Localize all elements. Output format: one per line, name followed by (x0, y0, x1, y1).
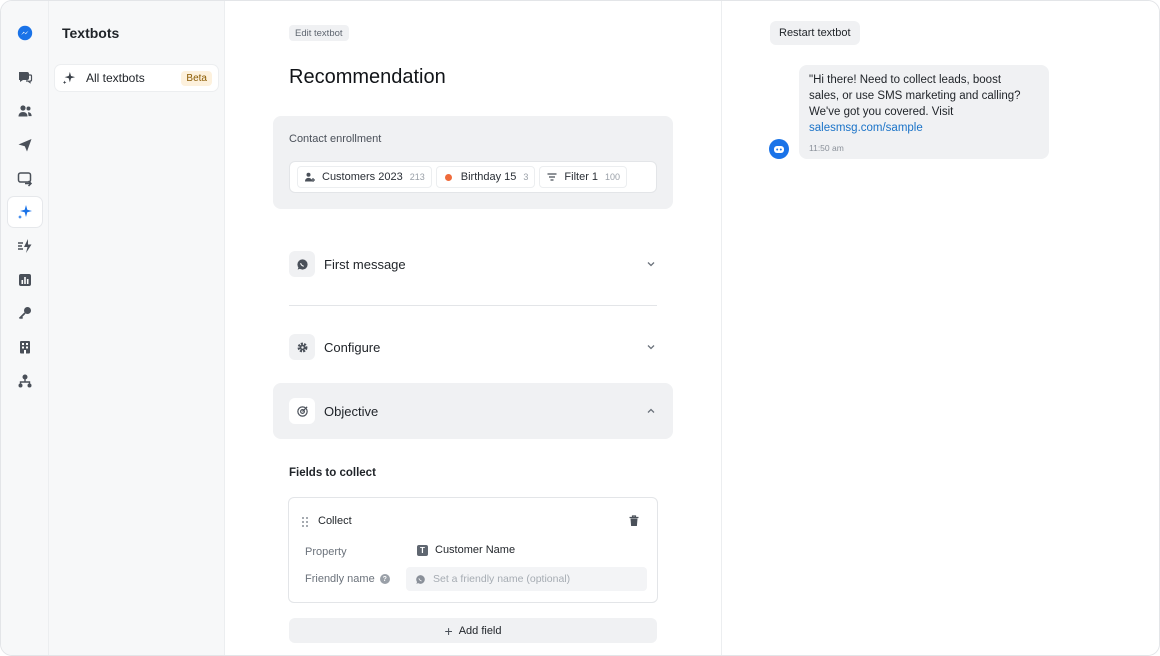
lightning-icon[interactable] (8, 231, 42, 261)
messenger-logo-icon[interactable] (8, 18, 42, 48)
chip-birthday-15[interactable]: Birthday 15 3 (435, 166, 536, 188)
whatsapp-icon (289, 251, 315, 277)
sidebar-title: Textbots (62, 25, 120, 41)
chat-bubbles-icon[interactable] (8, 62, 42, 92)
message-line: We've got you covered. Visit (809, 106, 954, 118)
section-label: First message (324, 256, 406, 272)
contact-group-icon (304, 171, 316, 183)
add-field-label: Add field (458, 624, 502, 637)
bot-message-bubble: "Hi there! Need to collect leads, boost … (799, 65, 1049, 159)
friendly-name-input[interactable]: Set a friendly name (optional) (406, 567, 647, 591)
sidebar-item-label: All textbots (86, 71, 145, 85)
collect-field-card: Collect Property T Customer Name Friendl… (288, 497, 658, 603)
org-tree-icon[interactable] (8, 366, 42, 396)
chip-count: 213 (409, 172, 425, 182)
orange-dot-icon (443, 171, 455, 183)
section-objective[interactable]: Objective (273, 383, 673, 439)
chip-label: Birthday 15 (460, 171, 517, 183)
trash-icon[interactable] (627, 514, 641, 528)
property-value: Customer Name (435, 544, 516, 556)
add-field-button[interactable]: + Add field (289, 618, 657, 643)
property-select[interactable]: T Customer Name (417, 544, 515, 556)
gear-icon (289, 334, 315, 360)
app-window: Textbots All textbots Beta Edit textbot … (0, 0, 1160, 656)
enrollment-chip-row[interactable]: Customers 2023 213 Birthday 15 3 Filter … (289, 161, 657, 193)
beta-badge: Beta (181, 70, 212, 86)
textbot-editor: Edit textbot Recommendation Contact enro… (225, 1, 721, 655)
message-timestamp: 11:50 am (809, 143, 844, 153)
message-forward-icon[interactable] (8, 164, 42, 194)
help-icon[interactable]: ? (379, 574, 390, 584)
plus-icon: + (444, 622, 453, 639)
section-label: Configure (324, 339, 381, 355)
restart-textbot-button[interactable]: Restart textbot (770, 21, 860, 45)
property-label: Property (305, 546, 347, 558)
chat-preview-pane: Restart textbot "Hi there! Need to colle… (721, 1, 1159, 655)
textbots-sidebar: Textbots All textbots Beta (49, 1, 225, 655)
message-link[interactable]: salesmsg.com/sample (809, 120, 1039, 136)
chip-count: 3 (523, 172, 529, 182)
icon-rail (1, 1, 49, 655)
page-title: Recommendation (289, 66, 446, 88)
chip-filter-1[interactable]: Filter 1 100 (539, 166, 628, 188)
contacts-icon[interactable] (8, 96, 42, 126)
chip-label: Customers 2023 (322, 171, 403, 183)
friendly-name-placeholder: Set a friendly name (optional) (433, 573, 571, 585)
message-line: sales, or use SMS marketing and calling? (809, 90, 1021, 102)
send-icon[interactable] (8, 130, 42, 160)
key-icon[interactable] (8, 298, 42, 328)
message-line: "Hi there! Need to collect leads, boost (809, 74, 1002, 86)
friendly-name-label-row: Friendly name ? (305, 573, 390, 585)
building-icon[interactable] (8, 332, 42, 362)
section-label: Objective (324, 403, 379, 419)
target-icon (289, 398, 315, 424)
section-divider (289, 305, 657, 306)
filter-icon (546, 171, 558, 183)
bot-avatar-icon (769, 139, 789, 159)
fields-to-collect-label: Fields to collect (289, 467, 376, 479)
section-configure[interactable]: Configure (273, 319, 673, 375)
whatsapp-icon (416, 574, 425, 584)
chevron-up-icon (645, 405, 657, 417)
sidebar-item-all-textbots[interactable]: All textbots Beta (55, 65, 218, 91)
bar-chart-icon[interactable] (8, 265, 42, 295)
enrollment-label: Contact enrollment (289, 133, 382, 145)
drag-handle-icon[interactable] (301, 515, 309, 527)
sparkle-icon (62, 71, 76, 85)
edit-textbot-tag: Edit textbot (289, 25, 349, 41)
sparkle-icon[interactable] (8, 197, 42, 227)
chip-count: 100 (605, 172, 621, 182)
friendly-name-label: Friendly name (305, 573, 375, 585)
collect-title: Collect (318, 515, 352, 527)
text-type-icon: T (417, 544, 428, 556)
chevron-down-icon (645, 258, 657, 270)
contact-enrollment-panel: Contact enrollment Customers 2023 213 Bi… (273, 116, 673, 209)
chip-label: Filter 1 (564, 171, 599, 183)
chip-customers-2023[interactable]: Customers 2023 213 (297, 166, 432, 188)
section-first-message[interactable]: First message (273, 236, 673, 292)
chevron-down-icon (645, 341, 657, 353)
